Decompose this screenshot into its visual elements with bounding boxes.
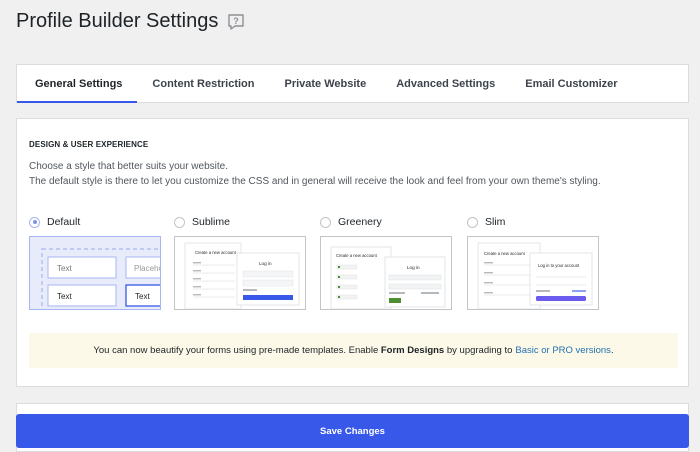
style-preview-sublime[interactable]: Create a new account Log in [174, 236, 306, 310]
radio-button[interactable] [174, 216, 185, 228]
section-title: DESIGN & USER EXPERIENCE [29, 140, 149, 149]
page-title: Profile Builder Settings ? [16, 10, 246, 33]
preview-field-text: Text [57, 292, 72, 301]
preview-title: Log in [259, 261, 272, 266]
style-preview-default[interactable]: Text Placeho Text Text [29, 236, 161, 310]
section-description: Choose a style that better suits your we… [29, 161, 601, 187]
upgrade-link[interactable]: Basic or PRO versions [515, 345, 611, 356]
tab-content-restriction[interactable]: Content Restriction [137, 65, 269, 102]
preview-field-text: Text [135, 292, 150, 301]
style-preview-greenery[interactable]: Create a new account Log in [320, 236, 452, 310]
style-radio-default[interactable]: Default [29, 215, 161, 229]
upgrade-notice: You can now beautify your forms using pr… [29, 333, 678, 368]
style-radio-sublime[interactable]: Sublime [174, 215, 306, 229]
radio-button[interactable] [29, 216, 40, 228]
style-radio-slim[interactable]: Slim [467, 215, 599, 229]
style-option-slim[interactable]: Slim Create a new account Log in to your… [467, 215, 599, 310]
style-option-greenery[interactable]: Greenery Create a new account Log in [320, 215, 452, 310]
preview-title: Log in to your account [538, 263, 580, 268]
preview-field-text: Text [57, 264, 72, 273]
tab-email-customizer[interactable]: Email Customizer [510, 65, 632, 102]
save-changes-button[interactable]: Save Changes [16, 414, 689, 448]
svg-text:?: ? [234, 16, 240, 26]
preview-title: Create a new account [484, 251, 526, 256]
style-option-default[interactable]: Default Text Placeho Text Text [29, 215, 161, 310]
tab-private-website[interactable]: Private Website [269, 65, 381, 102]
radio-button[interactable] [467, 216, 478, 228]
preview-field-placeholder: Placeho [134, 264, 161, 273]
settings-tabs: General Settings Content Restriction Pri… [16, 64, 689, 103]
preview-title: Create a new account [336, 253, 378, 258]
tab-general-settings[interactable]: General Settings [17, 65, 138, 103]
preview-title: Log in [407, 265, 420, 270]
style-radio-greenery[interactable]: Greenery [320, 215, 452, 229]
style-option-sublime[interactable]: Sublime Create a new account Log in [174, 215, 306, 310]
page-title-text: Profile Builder Settings [16, 10, 219, 32]
design-panel: DESIGN & USER EXPERIENCE Choose a style … [16, 118, 689, 387]
style-preview-slim[interactable]: Create a new account Log in to your acco… [467, 236, 599, 310]
preview-title: Create a new account [195, 250, 237, 255]
tab-advanced-settings[interactable]: Advanced Settings [381, 65, 510, 102]
radio-button[interactable] [320, 216, 331, 228]
speech-bubble-question-icon[interactable]: ? [226, 12, 246, 32]
